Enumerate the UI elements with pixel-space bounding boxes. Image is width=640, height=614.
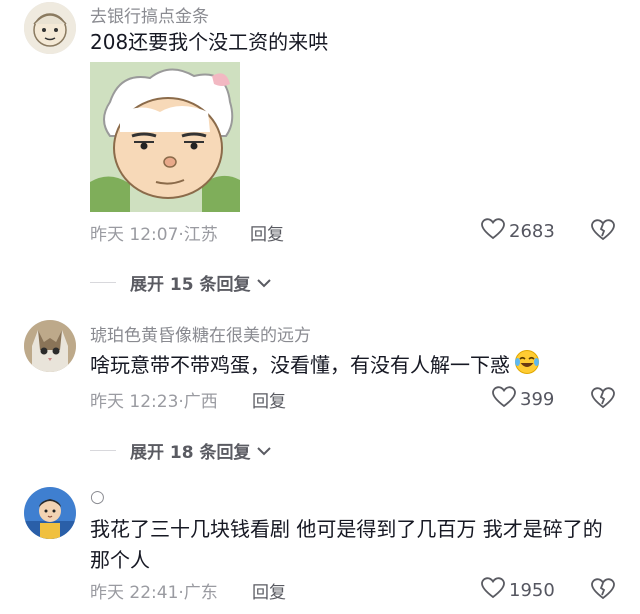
chevron-down-icon — [256, 446, 271, 455]
heart-outline-icon — [492, 386, 516, 413]
broken-heart-icon — [591, 219, 615, 241]
comment-time-location: 昨天 12:07·江苏 — [90, 225, 218, 245]
like-button[interactable]: 399 — [492, 386, 554, 413]
heart-outline-icon — [481, 577, 505, 604]
dislike-button[interactable] — [591, 386, 615, 410]
comment-text: 我花了三十几块钱看剧 他可是得到了几百万 我才是碎了的那个人 — [90, 517, 603, 572]
comment-time-location: 昨天 22:41·广东 — [90, 583, 218, 603]
expand-replies[interactable]: 展开 18 条回复 — [90, 438, 273, 463]
dislike-button[interactable] — [591, 577, 615, 601]
crying-laughing-emoji — [514, 349, 540, 384]
comment-username[interactable]: 去银行搞点金条 — [90, 2, 209, 27]
reply-button[interactable]: 回复 — [252, 578, 286, 603]
expand-replies[interactable]: 展开 15 条回复 — [90, 270, 273, 295]
avatar[interactable] — [24, 487, 76, 539]
broken-heart-icon — [591, 387, 615, 409]
heart-outline-icon — [481, 218, 505, 245]
comment-username[interactable]: 琥珀色黄昏像糖在很美的远方 — [90, 321, 311, 346]
comment-username[interactable]: ○ — [90, 487, 105, 507]
broken-heart-icon — [591, 578, 615, 600]
expand-replies-label: 展开 18 条回复 — [130, 443, 251, 463]
chevron-down-icon — [256, 278, 271, 287]
comment-text: 啥玩意带不带鸡蛋，没看懂，有没有人解一下惑 — [90, 349, 610, 384]
like-count: 2683 — [509, 221, 555, 242]
dislike-button[interactable] — [591, 218, 615, 242]
comment-time-location: 昨天 12:23·广西 — [90, 392, 218, 412]
comment-sticker-image[interactable] — [90, 62, 240, 212]
avatar[interactable] — [24, 320, 76, 372]
reply-button[interactable]: 回复 — [250, 220, 284, 245]
comment-text-content: 啥玩意带不带鸡蛋，没看懂，有没有人解一下惑 — [90, 353, 510, 377]
avatar[interactable] — [24, 2, 76, 54]
comment-text: 208还要我个没工资的来哄 — [90, 30, 329, 54]
divider — [90, 450, 116, 451]
like-count: 1950 — [509, 580, 555, 601]
like-button[interactable]: 2683 — [481, 218, 555, 245]
reply-button[interactable]: 回复 — [252, 387, 286, 412]
like-button[interactable]: 1950 — [481, 577, 555, 604]
like-count: 399 — [520, 389, 555, 410]
divider — [90, 282, 116, 283]
expand-replies-label: 展开 15 条回复 — [130, 275, 251, 295]
